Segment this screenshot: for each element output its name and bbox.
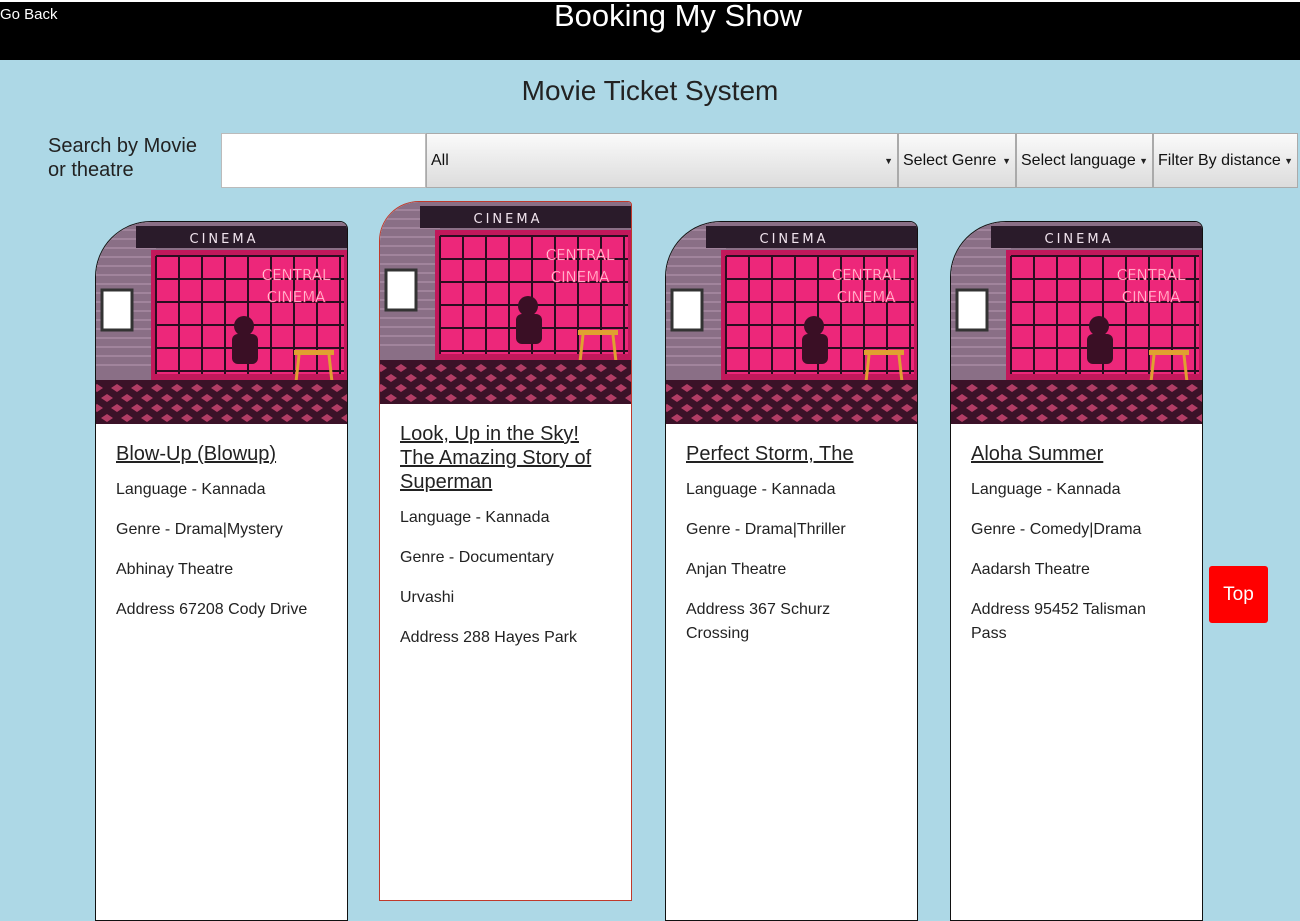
svg-text:CINEMA: CINEMA [190, 232, 259, 247]
movie-address: Address 288 Hayes Park [400, 629, 577, 646]
scroll-top-button[interactable]: Top [1209, 566, 1268, 623]
svg-text:CENTRAL: CENTRAL [1117, 266, 1186, 284]
distance-select[interactable]: Filter By distance ▼ [1153, 133, 1298, 188]
svg-text:CINEMA: CINEMA [837, 288, 897, 306]
movie-card[interactable]: CINEMA CENTRAL CINEMA Aloha Summer Languag… [950, 221, 1203, 921]
movie-title-link[interactable]: Perfect Storm, The [686, 442, 897, 466]
chevron-down-icon: ▼ [1284, 155, 1293, 166]
movie-title-link[interactable]: Aloha Summer [971, 442, 1182, 466]
category-select[interactable]: All ▼ [426, 133, 898, 188]
cinema-poster-image: CINEMA CENTRAL CINEMA [666, 222, 917, 424]
movie-address: Address 367 Schurz Crossing [686, 601, 831, 642]
movie-genre: Genre - Documentary [400, 549, 554, 566]
category-select-value: All [431, 151, 449, 169]
svg-text:CENTRAL: CENTRAL [546, 246, 615, 264]
language-select-value: Select language [1021, 151, 1136, 169]
svg-text:CINEMA: CINEMA [474, 212, 543, 227]
search-input[interactable] [221, 133, 426, 188]
genre-select-value: Select Genre [903, 151, 997, 169]
svg-text:CINEMA: CINEMA [551, 268, 611, 286]
movie-language: Language - Kannada [116, 481, 266, 498]
svg-text:CENTRAL: CENTRAL [262, 266, 331, 284]
svg-text:CINEMA: CINEMA [1122, 288, 1182, 306]
movie-language: Language - Kannada [400, 509, 550, 526]
svg-text:CENTRAL: CENTRAL [832, 266, 901, 284]
movie-card[interactable]: CINEMA CENTRAL CINEMA Perfect Storm, The L… [665, 221, 918, 921]
svg-text:CINEMA: CINEMA [267, 288, 327, 306]
site-title: Booking My Show [553, 0, 803, 33]
movie-theatre: Anjan Theatre [686, 561, 787, 578]
chevron-down-icon: ▼ [1002, 155, 1011, 166]
movie-language: Language - Kannada [971, 481, 1121, 498]
distance-select-value: Filter By distance [1158, 151, 1281, 169]
movie-theatre: Abhinay Theatre [116, 561, 234, 578]
svg-text:CINEMA: CINEMA [1045, 232, 1114, 247]
movie-card[interactable]: CINEMA CENTRAL CINEMA Look, Up in the Sky!… [379, 201, 632, 901]
movie-genre: Genre - Drama|Mystery [116, 521, 283, 538]
movie-language: Language - Kannada [686, 481, 836, 498]
genre-select[interactable]: Select Genre ▼ [898, 133, 1016, 188]
movie-title-link[interactable]: Blow-Up (Blowup) [116, 442, 327, 466]
movie-theatre: Aadarsh Theatre [971, 561, 1090, 578]
movie-title-link[interactable]: Look, Up in the Sky! The Amazing Story o… [400, 422, 611, 494]
movie-address: Address 95452 Talisman Pass [971, 601, 1146, 642]
language-select[interactable]: Select language ▼ [1016, 133, 1153, 188]
movie-genre: Genre - Comedy|Drama [971, 521, 1142, 538]
search-label: Search by Movie or theatre [48, 135, 197, 181]
page-title: Movie Ticket System [521, 75, 779, 106]
header-bar: Go Back Booking My Show [0, 0, 1300, 60]
cinema-poster-image: CINEMA CENTRAL CINEMA [951, 222, 1202, 424]
cinema-poster-image: CINEMA CENTRAL CINEMA [380, 202, 631, 404]
movie-theatre: Urvashi [400, 589, 455, 606]
chevron-down-icon: ▼ [884, 155, 893, 166]
cinema-poster-image: CINEMA CENTRAL CINEMA [96, 222, 347, 424]
svg-text:CINEMA: CINEMA [760, 232, 829, 247]
movie-card[interactable]: CINEMA CENTRAL CINEMA Blow-Up (Blowup) Lan… [95, 221, 348, 921]
movie-genre: Genre - Drama|Thriller [686, 521, 846, 538]
movie-address: Address 67208 Cody Drive [116, 601, 308, 618]
chevron-down-icon: ▼ [1139, 155, 1148, 166]
